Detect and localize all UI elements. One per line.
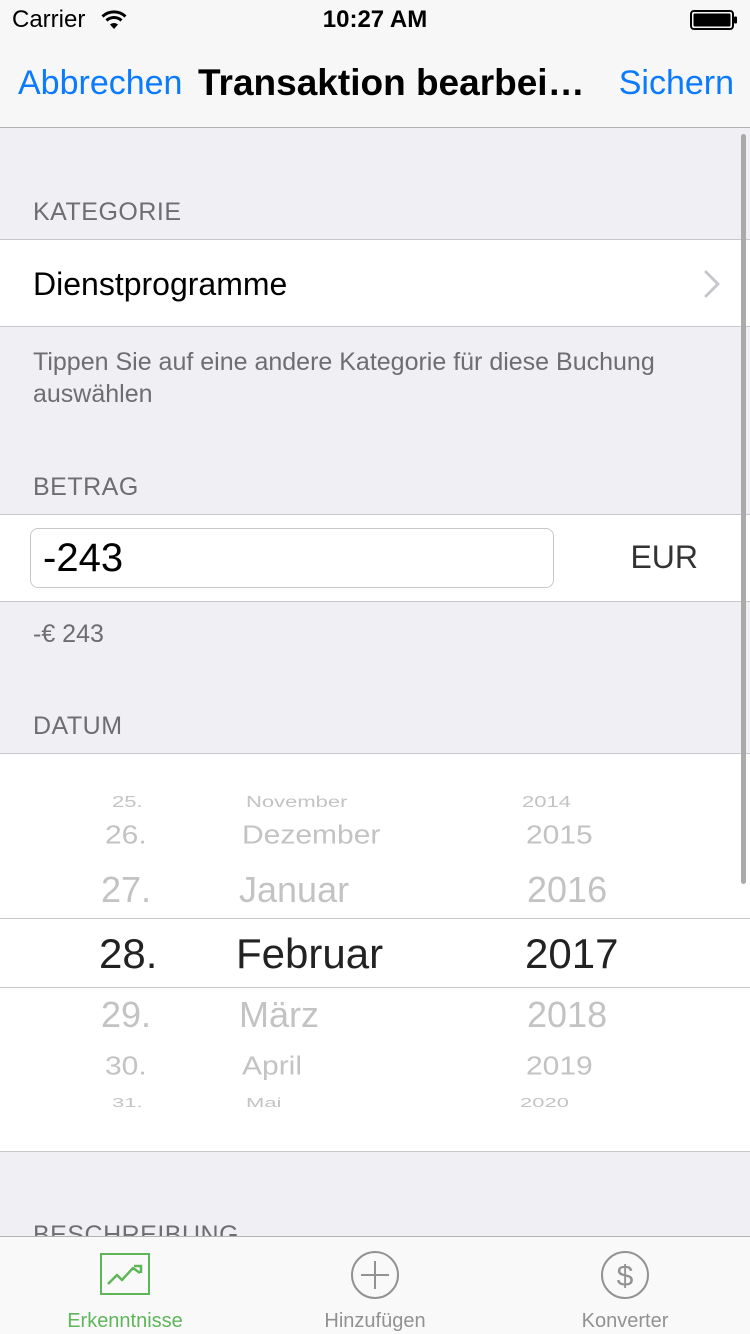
category-cell[interactable]: Dienstprogramme <box>0 239 750 327</box>
tab-bar: Erkenntnisse Hinzufügen $ Konverter <box>0 1236 750 1334</box>
tab-label: Hinzufügen <box>324 1310 426 1332</box>
picker-month-option[interactable]: November <box>246 794 347 809</box>
picker-month-option[interactable]: April <box>242 1054 302 1080</box>
picker-year-option[interactable]: 2015 <box>526 823 593 849</box>
chevron-right-icon <box>704 270 720 298</box>
form-content[interactable]: KATEGORIE Dienstprogramme Tippen Sie auf… <box>0 128 750 1236</box>
page-title: Transaktion bearbeiten <box>198 62 588 103</box>
category-hint: Tippen Sie auf eine andere Kategorie für… <box>33 348 655 408</box>
date-section-header: DATUM <box>33 712 123 740</box>
battery-icon <box>690 10 737 30</box>
picker-day-option[interactable]: 25. <box>112 794 143 809</box>
cancel-button[interactable]: Abbrechen <box>18 64 182 103</box>
plus-circle-icon <box>351 1251 399 1299</box>
category-section-header: KATEGORIE <box>33 198 182 226</box>
tab-label: Erkenntnisse <box>67 1310 183 1332</box>
status-time: 10:27 AM <box>322 6 428 33</box>
picker-year-option[interactable]: 2018 <box>527 997 607 1033</box>
tab-erkenntnisse[interactable]: Erkenntnisse <box>0 1237 250 1334</box>
amount-formatted: -€ 243 <box>33 620 104 648</box>
picker-day-option[interactable]: 26. <box>105 823 147 849</box>
picker-year-selected[interactable]: 2017 <box>525 933 618 975</box>
tab-label: Konverter <box>581 1310 669 1332</box>
tab-konverter[interactable]: $ Konverter <box>500 1237 750 1334</box>
picker-year-option[interactable]: 2014 <box>522 794 571 809</box>
amount-section-header: BETRAG <box>33 473 139 501</box>
picker-day-selected[interactable]: 28. <box>99 933 157 975</box>
amount-input[interactable]: -243 <box>30 528 554 588</box>
picker-month-selected[interactable]: Februar <box>236 933 383 975</box>
picker-month-option[interactable]: Dezember <box>242 823 380 849</box>
description-section-header: BESCHREIBUNG <box>33 1221 240 1236</box>
picker-month-option[interactable]: Mai <box>246 1096 281 1109</box>
picker-year-option[interactable]: 2016 <box>527 872 607 908</box>
tab-hinzufuegen[interactable]: Hinzufügen <box>250 1237 500 1334</box>
picker-year-option[interactable]: 2019 <box>526 1054 593 1080</box>
category-value: Dienstprogramme <box>33 266 288 302</box>
picker-day-option[interactable]: 29. <box>101 997 151 1033</box>
picker-month-option[interactable]: Januar <box>239 872 349 908</box>
scrollbar[interactable] <box>741 134 746 884</box>
navigation-bar: Abbrechen Transaktion bearbeiten Sichern <box>0 40 750 128</box>
picker-year-option[interactable]: 2020 <box>520 1096 569 1109</box>
currency-button[interactable]: EUR <box>630 539 698 576</box>
chart-icon <box>100 1253 150 1295</box>
picker-day-option[interactable]: 31. <box>112 1096 143 1109</box>
save-button[interactable]: Sichern <box>619 64 734 103</box>
dollar-circle-icon: $ <box>601 1251 649 1299</box>
picker-month-option[interactable]: März <box>239 997 319 1033</box>
picker-day-option[interactable]: 27. <box>101 872 151 908</box>
status-bar: Carrier 10:27 AM <box>0 0 750 40</box>
svg-text:$: $ <box>617 1260 634 1293</box>
amount-cell: -243 EUR <box>0 514 750 602</box>
date-picker[interactable]: 25. 26. 27. 28. 29. 30. 31. November Dez… <box>0 753 750 1152</box>
picker-day-option[interactable]: 30. <box>105 1054 147 1080</box>
